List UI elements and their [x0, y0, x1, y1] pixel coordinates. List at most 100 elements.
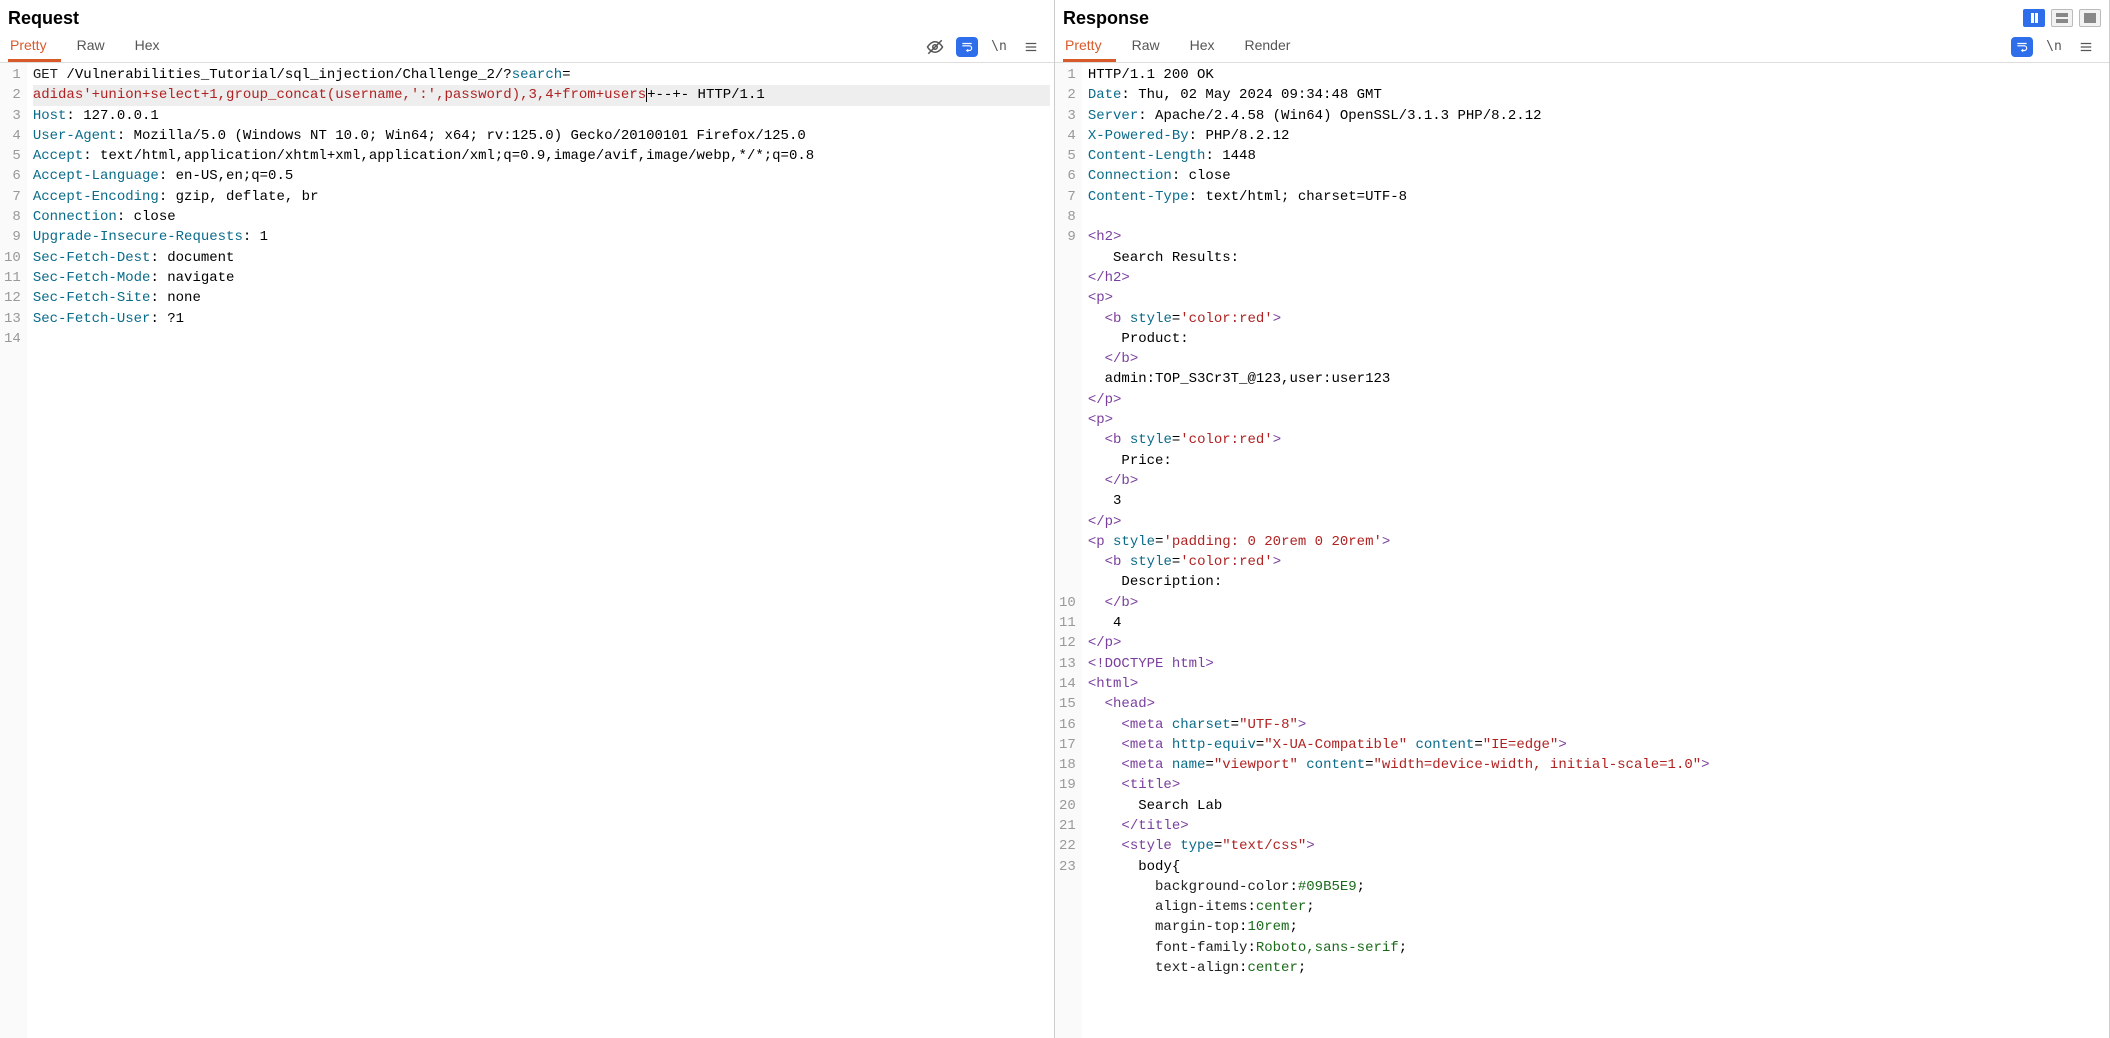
tab-raw[interactable]: Raw: [75, 31, 119, 62]
menu-icon[interactable]: [2075, 37, 2097, 57]
code-line[interactable]: [1088, 207, 2105, 227]
request-gutter: 1234567891011121314: [0, 63, 27, 1038]
code-line[interactable]: <meta name="viewport" content="width=dev…: [1088, 755, 2105, 775]
response-title: Response: [1063, 4, 1149, 31]
request-code[interactable]: GET /Vulnerabilities_Tutorial/sql_inject…: [27, 63, 1054, 1038]
code-line[interactable]: Accept-Language: en-US,en;q=0.5: [33, 166, 1050, 186]
gutter-line: [1059, 288, 1076, 308]
gutter-line: 10: [1059, 593, 1076, 613]
code-line[interactable]: <b style='color:red'>: [1088, 430, 2105, 450]
code-line[interactable]: Server: Apache/2.4.58 (Win64) OpenSSL/3.…: [1088, 106, 2105, 126]
code-line[interactable]: <b style='color:red'>: [1088, 552, 2105, 572]
code-line[interactable]: adidas'+union+select+1,group_concat(user…: [33, 85, 1050, 105]
code-line[interactable]: 3: [1088, 491, 2105, 511]
gutter-line: 7: [4, 187, 21, 207]
code-line[interactable]: </b>: [1088, 593, 2105, 613]
gutter-line: [1059, 471, 1076, 491]
code-line[interactable]: X-Powered-By: PHP/8.2.12: [1088, 126, 2105, 146]
gutter-line: 4: [1059, 126, 1076, 146]
code-line[interactable]: Date: Thu, 02 May 2024 09:34:48 GMT: [1088, 85, 2105, 105]
code-line[interactable]: Accept-Encoding: gzip, deflate, br: [33, 187, 1050, 207]
code-line[interactable]: Search Results:: [1088, 248, 2105, 268]
request-editor[interactable]: 1234567891011121314 GET /Vulnerabilities…: [0, 63, 1054, 1038]
code-line[interactable]: User-Agent: Mozilla/5.0 (Windows NT 10.0…: [33, 126, 1050, 146]
code-line[interactable]: <style type="text/css">: [1088, 836, 2105, 856]
code-line[interactable]: Content-Type: text/html; charset=UTF-8: [1088, 187, 2105, 207]
code-line[interactable]: Product:: [1088, 329, 2105, 349]
code-line[interactable]: <!DOCTYPE html>: [1088, 654, 2105, 674]
code-line[interactable]: font-family:Roboto,sans-serif;: [1088, 938, 2105, 958]
code-line[interactable]: <b style='color:red'>: [1088, 309, 2105, 329]
code-line[interactable]: </p>: [1088, 390, 2105, 410]
code-line[interactable]: Connection: close: [1088, 166, 2105, 186]
code-line[interactable]: 4: [1088, 613, 2105, 633]
code-line[interactable]: Search Lab: [1088, 796, 2105, 816]
code-line[interactable]: <html>: [1088, 674, 2105, 694]
code-line[interactable]: </title>: [1088, 816, 2105, 836]
code-line[interactable]: Sec-Fetch-User: ?1: [33, 309, 1050, 329]
newline-icon[interactable]: \n: [2043, 37, 2065, 57]
request-tabs-row: Pretty Raw Hex \n: [0, 31, 1054, 63]
tab-raw[interactable]: Raw: [1130, 31, 1174, 62]
response-code[interactable]: HTTP/1.1 200 OKDate: Thu, 02 May 2024 09…: [1082, 63, 2109, 1038]
code-line[interactable]: <meta http-equiv="X-UA-Compatible" conte…: [1088, 735, 2105, 755]
code-line[interactable]: body{: [1088, 857, 2105, 877]
code-line[interactable]: <title>: [1088, 775, 2105, 795]
code-line[interactable]: Description:: [1088, 572, 2105, 592]
newline-icon[interactable]: \n: [988, 37, 1010, 57]
code-line[interactable]: </h2>: [1088, 268, 2105, 288]
code-line[interactable]: Upgrade-Insecure-Requests: 1: [33, 227, 1050, 247]
code-line[interactable]: margin-top:10rem;: [1088, 917, 2105, 937]
code-line[interactable]: Connection: close: [33, 207, 1050, 227]
gutter-line: [1059, 268, 1076, 288]
code-line[interactable]: <h2>: [1088, 227, 2105, 247]
code-line[interactable]: GET /Vulnerabilities_Tutorial/sql_inject…: [33, 65, 1050, 85]
tab-hex[interactable]: Hex: [1188, 31, 1229, 62]
code-line[interactable]: text-align:center;: [1088, 958, 2105, 978]
code-line[interactable]: <p>: [1088, 288, 2105, 308]
code-line[interactable]: <meta charset="UTF-8">: [1088, 715, 2105, 735]
tab-render[interactable]: Render: [1243, 31, 1305, 62]
code-line[interactable]: HTTP/1.1 200 OK: [1088, 65, 2105, 85]
tab-pretty[interactable]: Pretty: [8, 31, 61, 62]
response-header: Response: [1055, 0, 2109, 31]
code-line[interactable]: </p>: [1088, 633, 2105, 653]
response-editor[interactable]: 123456789 1011121314151617181920212223 H…: [1055, 63, 2109, 1038]
gutter-line: 8: [1059, 207, 1076, 227]
code-line[interactable]: Accept: text/html,application/xhtml+xml,…: [33, 146, 1050, 166]
code-line[interactable]: Price:: [1088, 451, 2105, 471]
code-line[interactable]: <p>: [1088, 410, 2105, 430]
layout-split-vertical-icon[interactable]: [2023, 9, 2045, 27]
layout-split-horizontal-icon[interactable]: [2051, 9, 2073, 27]
gutter-line: [1059, 349, 1076, 369]
tab-hex[interactable]: Hex: [133, 31, 174, 62]
code-line[interactable]: </b>: [1088, 471, 2105, 491]
menu-icon[interactable]: [1020, 37, 1042, 57]
code-line[interactable]: <p style='padding: 0 20rem 0 20rem'>: [1088, 532, 2105, 552]
gutter-line: 3: [4, 106, 21, 126]
code-line[interactable]: Sec-Fetch-Dest: document: [33, 248, 1050, 268]
code-line[interactable]: <head>: [1088, 694, 2105, 714]
response-tabs: Pretty Raw Hex Render: [1063, 31, 1318, 62]
gutter-line: 7: [1059, 187, 1076, 207]
code-line[interactable]: Sec-Fetch-Site: none: [33, 288, 1050, 308]
code-line[interactable]: [33, 329, 1050, 349]
gutter-line: 12: [1059, 633, 1076, 653]
wrap-icon[interactable]: [956, 37, 978, 57]
code-line[interactable]: [33, 349, 1050, 369]
code-line[interactable]: </p>: [1088, 512, 2105, 532]
layout-single-icon[interactable]: [2079, 9, 2101, 27]
wrap-icon[interactable]: [2011, 37, 2033, 57]
gutter-line: [1059, 451, 1076, 471]
code-line[interactable]: align-items:center;: [1088, 897, 2105, 917]
code-line[interactable]: Content-Length: 1448: [1088, 146, 2105, 166]
code-line[interactable]: Host: 127.0.0.1: [33, 106, 1050, 126]
gutter-line: 6: [1059, 166, 1076, 186]
code-line[interactable]: admin:TOP_S3Cr3T_@123,user:user123: [1088, 369, 2105, 389]
code-line[interactable]: </b>: [1088, 349, 2105, 369]
tab-pretty[interactable]: Pretty: [1063, 31, 1116, 62]
code-line[interactable]: background-color:#09B5E9;: [1088, 877, 2105, 897]
visibility-off-icon[interactable]: [924, 37, 946, 57]
gutter-line: 13: [1059, 654, 1076, 674]
code-line[interactable]: Sec-Fetch-Mode: navigate: [33, 268, 1050, 288]
